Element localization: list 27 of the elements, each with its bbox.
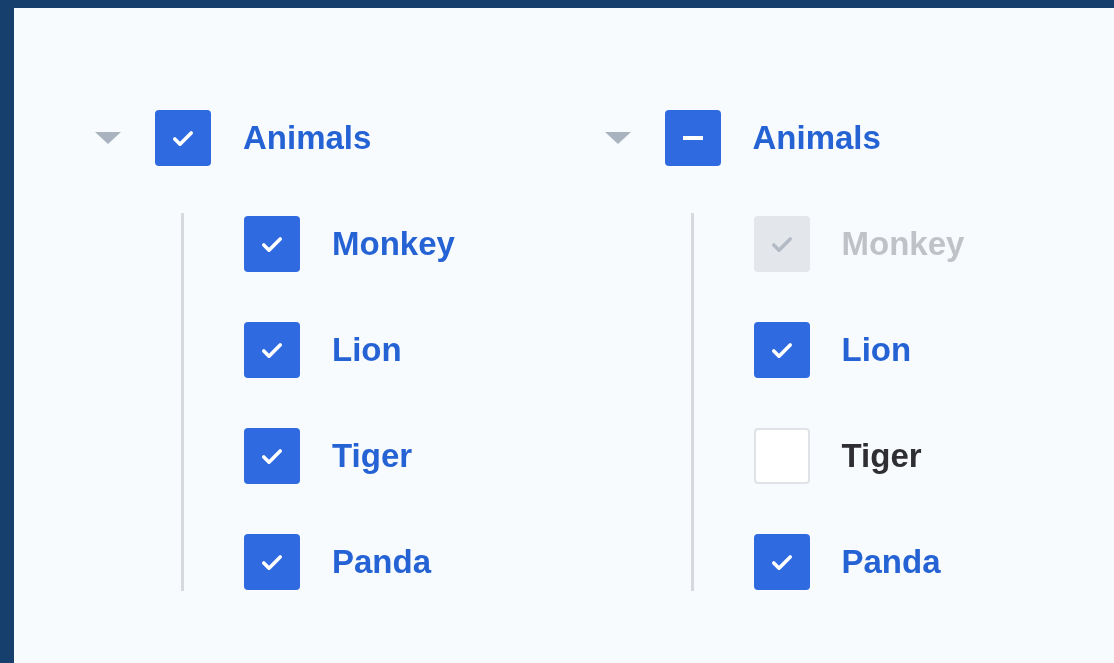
checkbox-label[interactable]: Tiger <box>841 437 922 475</box>
checkbox-label[interactable]: Lion <box>332 331 402 369</box>
checkbox[interactable] <box>753 534 810 590</box>
check-icon <box>771 342 792 358</box>
checkbox[interactable] <box>664 110 721 166</box>
check-icon <box>262 236 282 252</box>
checkbox[interactable] <box>244 428 300 484</box>
checkbox-label[interactable]: Tiger <box>332 437 413 475</box>
check-icon <box>173 130 193 146</box>
checkbox[interactable] <box>155 110 211 166</box>
checkbox[interactable] <box>244 322 300 378</box>
checkbox[interactable] <box>753 428 810 484</box>
check-icon <box>262 554 282 570</box>
check-icon <box>771 554 792 570</box>
check-icon <box>771 236 792 252</box>
checkbox-label[interactable]: Monkey <box>332 225 455 263</box>
check-icon <box>262 342 282 358</box>
checkbox-label[interactable]: Animals <box>752 119 881 157</box>
checkbox-label[interactable]: Lion <box>841 331 912 369</box>
checkbox[interactable] <box>244 216 300 272</box>
checkbox[interactable] <box>244 534 300 590</box>
check-icon <box>262 448 282 464</box>
checkbox[interactable] <box>753 322 810 378</box>
checkbox-label[interactable]: Panda <box>332 543 432 581</box>
minus-icon <box>682 136 703 140</box>
checkbox-label[interactable]: Panda <box>841 543 941 581</box>
checkbox-label[interactable]: Animals <box>243 119 372 157</box>
